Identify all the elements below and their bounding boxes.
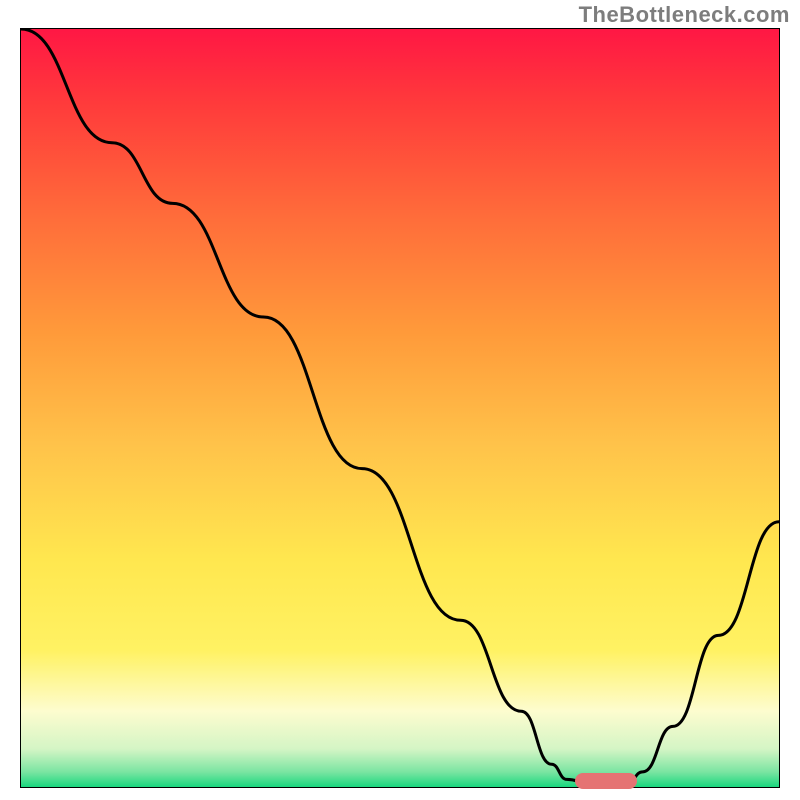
optimal-point-marker (575, 773, 637, 789)
watermark-text: TheBottleneck.com (579, 2, 790, 28)
chart-plot-area (20, 28, 780, 788)
chart-curve (21, 29, 779, 787)
